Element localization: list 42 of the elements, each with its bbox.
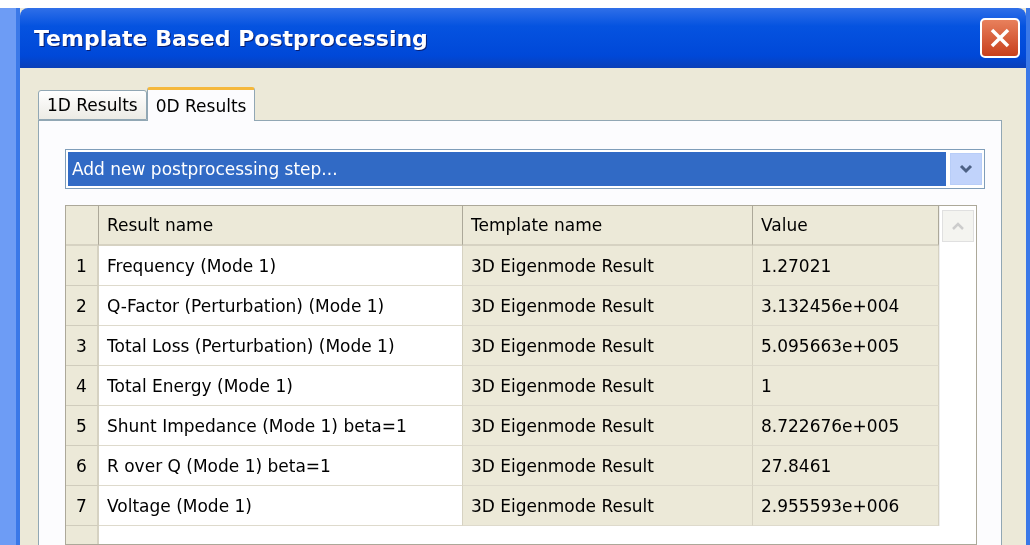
table-cell: 3.132456e+004 xyxy=(753,286,939,326)
row-number: 2 xyxy=(66,286,99,326)
close-button[interactable] xyxy=(980,18,1020,58)
chevron-up-icon xyxy=(951,221,965,231)
table-cell: 8.722676e+005 xyxy=(753,406,939,446)
tab[interactable]: 0D Results xyxy=(146,87,256,121)
dropdown-button[interactable] xyxy=(950,153,982,185)
step-dropdown[interactable]: Add new postprocessing step... xyxy=(65,149,985,189)
column-header[interactable]: Template name xyxy=(463,206,753,246)
table-cell: 1.27021 xyxy=(753,246,939,286)
close-icon xyxy=(988,26,1012,50)
table-cell: 5.095663e+005 xyxy=(753,326,939,366)
table-cell: Shunt Impedance (Mode 1) beta=1 xyxy=(99,406,463,446)
table-cell: R over Q (Mode 1) beta=1 xyxy=(99,446,463,486)
table-cell: Q-Factor (Perturbation) (Mode 1) xyxy=(99,286,463,326)
row-number: 4 xyxy=(66,366,99,406)
row-number: 1 xyxy=(66,246,99,286)
table-cell: 27.8461 xyxy=(753,446,939,486)
table-cell: Frequency (Mode 1) xyxy=(99,246,463,286)
window-title: Template Based Postprocessing xyxy=(34,25,428,51)
row-number: 6 xyxy=(66,446,99,486)
table-cell: 3D Eigenmode Result xyxy=(463,286,753,326)
tab[interactable]: 1D Results xyxy=(38,90,147,120)
table-cell: 3D Eigenmode Result xyxy=(463,486,753,526)
column-header[interactable]: Result name xyxy=(99,206,463,246)
table-cell: 1 xyxy=(753,366,939,406)
table-cell: Total Loss (Perturbation) (Mode 1) xyxy=(99,326,463,366)
row-header-strip xyxy=(66,526,99,544)
table-cell: 2.955593e+006 xyxy=(753,486,939,526)
table-cell: Voltage (Mode 1) xyxy=(99,486,463,526)
table-cell: 3D Eigenmode Result xyxy=(463,446,753,486)
row-number: 7 xyxy=(66,486,99,526)
column-header[interactable]: Value xyxy=(753,206,939,246)
table-cell: 3D Eigenmode Result xyxy=(463,366,753,406)
table-cell: Total Energy (Mode 1) xyxy=(99,366,463,406)
row-number: 5 xyxy=(66,406,99,446)
table-cell: 3D Eigenmode Result xyxy=(463,326,753,366)
chevron-down-icon xyxy=(958,163,974,175)
table-cell: 3D Eigenmode Result xyxy=(463,246,753,286)
dropdown-value: Add new postprocessing step... xyxy=(68,152,946,186)
table-cell: 3D Eigenmode Result xyxy=(463,406,753,446)
row-number: 3 xyxy=(66,326,99,366)
